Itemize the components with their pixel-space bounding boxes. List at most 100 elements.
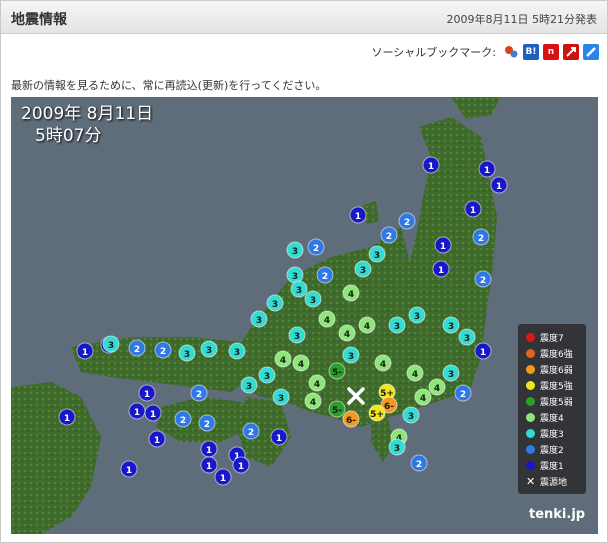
- svg-text:2: 2: [180, 416, 186, 426]
- marker: 2: [316, 266, 334, 284]
- bookmark-icon-3[interactable]: n: [543, 44, 559, 60]
- marker: 3: [388, 438, 406, 456]
- marker: 3: [240, 376, 258, 394]
- svg-text:3: 3: [414, 312, 420, 322]
- marker: 3: [250, 310, 268, 328]
- svg-text:3: 3: [294, 332, 300, 342]
- svg-text:6-: 6-: [346, 416, 356, 426]
- svg-text:1: 1: [428, 162, 434, 172]
- legend-swatch: [526, 412, 535, 422]
- bookmark-icon-4[interactable]: [563, 44, 579, 60]
- svg-text:4: 4: [298, 360, 304, 370]
- seismic-intensity-map: 1 1 1 1 1 2 2 2 1 2 3 3 2 3 3 2 1 3 4 3: [11, 97, 598, 534]
- svg-text:1: 1: [220, 474, 226, 484]
- svg-text:4: 4: [324, 316, 330, 326]
- marker: 1: [200, 456, 218, 474]
- marker: 1: [432, 260, 450, 278]
- svg-text:5+: 5+: [370, 410, 384, 420]
- svg-text:1: 1: [470, 206, 476, 216]
- svg-text:1: 1: [238, 462, 244, 472]
- svg-text:3: 3: [234, 348, 240, 358]
- legend-label: 震度7: [540, 333, 564, 344]
- marker: 4: [308, 374, 326, 392]
- legend-item: 震度3: [526, 426, 564, 440]
- marker: 4: [342, 284, 360, 302]
- marker: 3: [288, 326, 306, 344]
- svg-text:3: 3: [264, 372, 270, 382]
- tenki-logo: tenki.jp: [529, 507, 586, 522]
- observation-time: 2009年 8月11日 5時07分: [21, 103, 153, 147]
- marker: 3: [228, 342, 246, 360]
- legend-label: 震度6強: [540, 349, 573, 360]
- svg-text:5-: 5-: [332, 406, 342, 416]
- epicenter-icon: ✕: [526, 474, 536, 488]
- svg-text:3: 3: [394, 444, 400, 454]
- svg-text:2: 2: [386, 232, 392, 242]
- svg-text:3: 3: [256, 316, 262, 326]
- marker: 4: [292, 354, 310, 372]
- hatena-bookmark-icon[interactable]: B!: [523, 44, 539, 60]
- marker: 1: [148, 430, 166, 448]
- svg-text:2: 2: [480, 276, 486, 286]
- svg-text:3: 3: [296, 286, 302, 296]
- panel-title: 地震情報: [11, 12, 67, 28]
- svg-text:1: 1: [144, 390, 150, 400]
- marker: 4: [318, 310, 336, 328]
- svg-text:3: 3: [464, 334, 470, 344]
- svg-text:4: 4: [348, 290, 354, 300]
- svg-text:3: 3: [292, 272, 298, 282]
- svg-text:3: 3: [206, 346, 212, 356]
- svg-text:2: 2: [416, 460, 422, 470]
- marker: 3: [102, 335, 120, 353]
- legend-swatch: [526, 396, 535, 406]
- observation-clock: 5時07分: [35, 126, 102, 146]
- marker: 2: [454, 384, 472, 402]
- panel-header: 地震情報 2009年8月11日 5時21分発表: [1, 1, 607, 34]
- marker: 2: [474, 270, 492, 288]
- observation-date: 2009年 8月11日: [21, 104, 154, 124]
- marker: 1: [232, 456, 250, 474]
- marker: 3: [286, 241, 304, 259]
- svg-text:2: 2: [460, 390, 466, 400]
- social-bookmarks-label: ソーシャルブックマーク:: [371, 46, 497, 59]
- marker: 2: [174, 410, 192, 428]
- svg-text:3: 3: [108, 341, 114, 351]
- marker: 2: [398, 212, 416, 230]
- marker: 6-: [342, 410, 360, 428]
- svg-text:4: 4: [314, 380, 320, 390]
- legend-swatch: [526, 428, 535, 438]
- marker: 1: [76, 342, 94, 360]
- marker: 1: [349, 206, 367, 224]
- marker: 1: [464, 200, 482, 218]
- marker: 3: [304, 290, 322, 308]
- marker: 1: [434, 236, 452, 254]
- marker: 3: [272, 388, 290, 406]
- bookmark-icon-5[interactable]: [583, 44, 599, 60]
- svg-text:4: 4: [280, 356, 286, 366]
- svg-text:4: 4: [412, 370, 418, 380]
- marker: 1: [200, 440, 218, 458]
- svg-text:3: 3: [408, 412, 414, 422]
- legend-item: 震度5強: [526, 378, 573, 392]
- marker: 1: [478, 160, 496, 178]
- legend-item: 震度7: [526, 330, 564, 344]
- svg-text:3: 3: [278, 394, 284, 404]
- svg-text:1: 1: [126, 466, 132, 476]
- bookmark-icon-1[interactable]: [503, 44, 519, 60]
- legend-item: 震度1: [526, 458, 564, 472]
- svg-text:3: 3: [184, 350, 190, 360]
- legend-item: 震度2: [526, 442, 564, 456]
- social-bookmarks: ソーシャルブックマーク: B! n: [371, 43, 599, 61]
- marker: 3: [354, 260, 372, 278]
- svg-text:1: 1: [480, 348, 486, 358]
- marker: 3: [342, 346, 360, 364]
- legend-item: 震度6強: [526, 346, 573, 360]
- legend-swatch: [526, 332, 535, 342]
- legend-swatch: [526, 444, 535, 454]
- marker: 3: [266, 294, 284, 312]
- legend-label: 震度5弱: [540, 397, 573, 408]
- legend-item: ✕ 震源地: [526, 474, 567, 488]
- svg-text:4: 4: [380, 360, 386, 370]
- hokkaido: [451, 97, 501, 119]
- marker: 2: [410, 454, 428, 472]
